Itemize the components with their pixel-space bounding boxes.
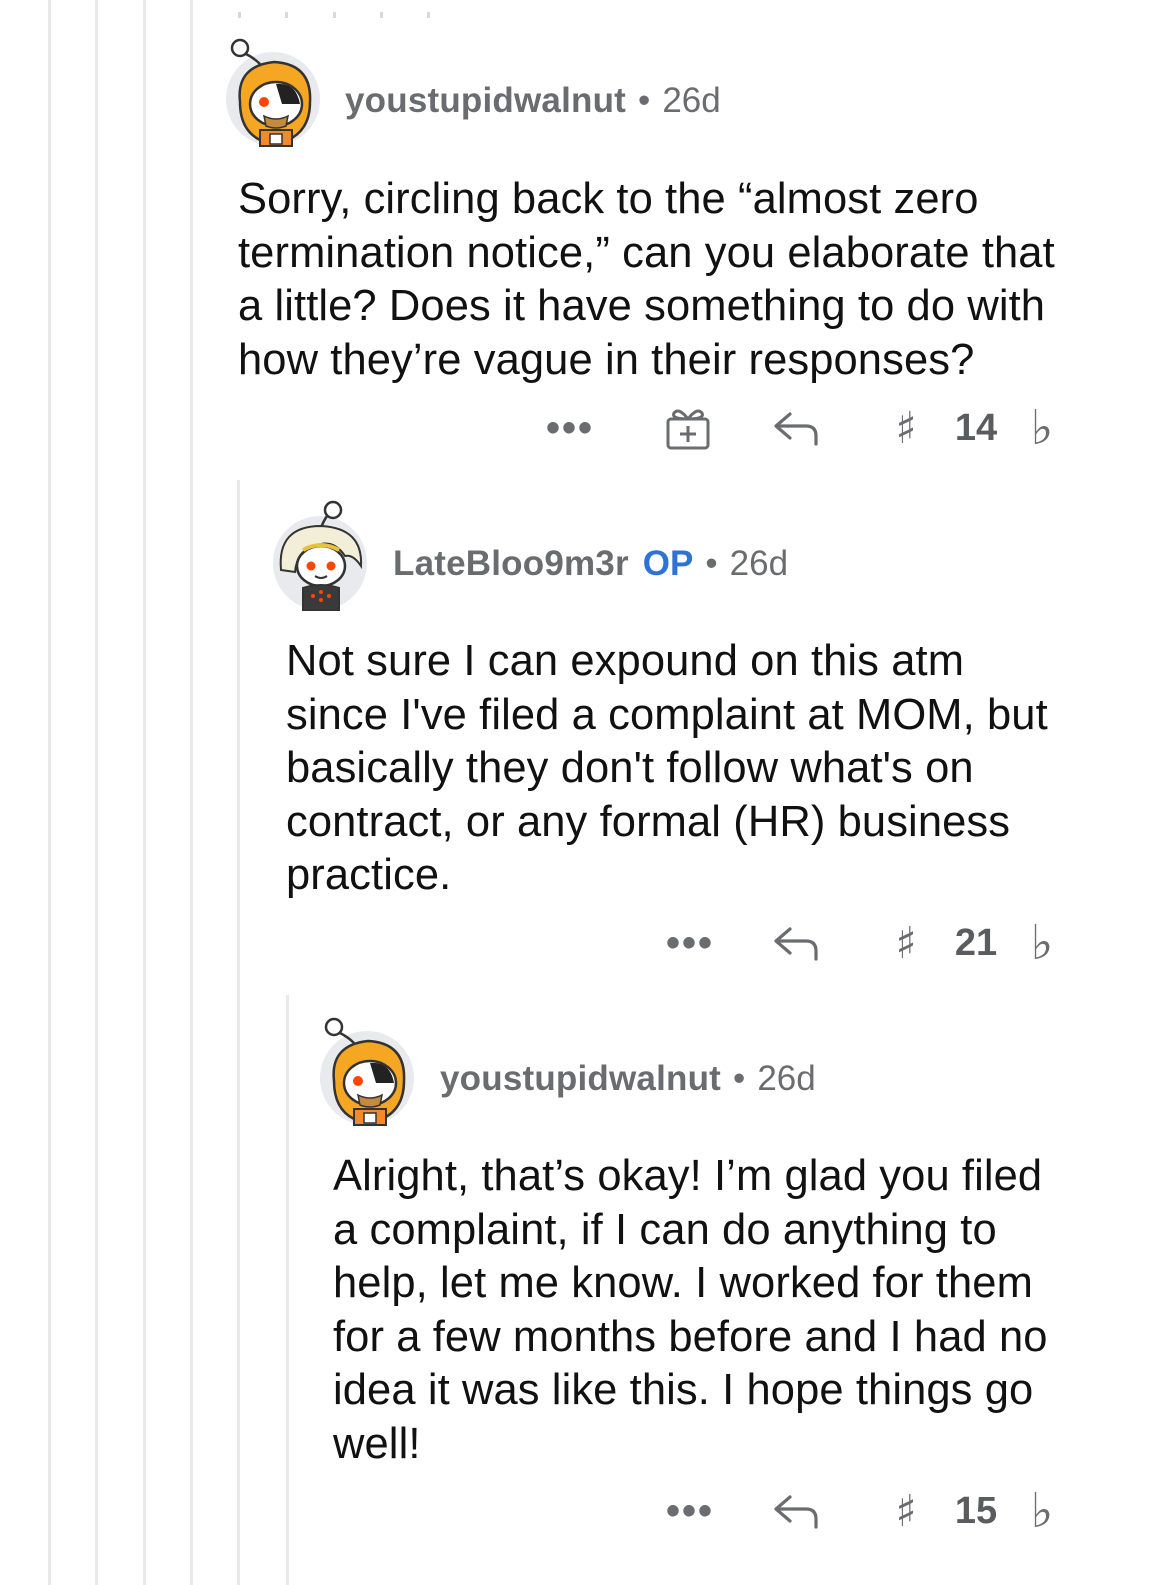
comment-line: Not sure I can expound on this atm	[286, 637, 965, 685]
comment-header: youstupidwalnut • 26d	[345, 78, 721, 124]
username[interactable]: youstupidwalnut	[345, 81, 626, 121]
thread-line-level-2	[95, 0, 98, 1585]
snoo-orange-hood-eyepatch-avatar-icon	[324, 1017, 406, 1126]
thread-line-level-1	[48, 0, 51, 1585]
comment-line: for a few months before and I had no	[333, 1312, 1048, 1361]
vote-count-value: 15	[954, 1489, 998, 1532]
comment-age: 26d	[757, 1059, 816, 1098]
meta-separator: •	[705, 544, 718, 583]
comment-body: Sorry, circling back to the “almost zero…	[238, 173, 1055, 387]
more-options-icon: •••	[545, 406, 594, 450]
comment-line: help, let me know. I worked for them	[333, 1259, 1033, 1307]
comment-line: contract, or any formal (HR) business	[286, 797, 1011, 846]
more-options-icon: •••	[665, 1489, 714, 1533]
comment-line: how they’re vague in their responses?	[238, 335, 975, 384]
reply-arrow-icon	[774, 1495, 818, 1529]
reply-arrow-icon	[774, 927, 818, 961]
comment-actions: ••• ♯ 15 ♭	[0, 1481, 1170, 1541]
vote-count: 21	[948, 913, 1004, 973]
thread-tick	[427, 12, 430, 18]
comment-line: basically they don't follow what's on	[286, 744, 974, 792]
comment-line: a little? Does it have something to do w…	[238, 282, 1046, 330]
op-badge: OP	[642, 544, 694, 583]
comment-age: 26d	[662, 81, 721, 120]
comment-line: Alright, that’s okay! I’m glad you filed	[333, 1152, 1043, 1200]
reply-button[interactable]	[768, 398, 824, 458]
upvote-button[interactable]: ♯	[882, 913, 930, 973]
comment-body: Not sure I can expound on this atm since…	[286, 635, 1048, 903]
comment-line: since I've filed a complaint at MOM, but	[286, 690, 1048, 739]
comment-line: well!	[333, 1419, 421, 1468]
reply-button[interactable]	[768, 913, 824, 973]
upvote-icon: ♯	[895, 917, 917, 969]
gift-award-icon	[666, 409, 710, 450]
comment-age: 26d	[729, 544, 789, 583]
comment-actions: ••• ♯ 21 ♭	[0, 913, 1170, 973]
avatar[interactable]	[273, 500, 367, 611]
comment-line: Sorry, circling back to the “almost zero	[238, 175, 979, 223]
more-options-button[interactable]: •••	[660, 913, 720, 973]
more-options-button[interactable]: •••	[540, 398, 600, 458]
meta-separator: •	[638, 81, 651, 120]
downvote-icon: ♭	[1030, 915, 1054, 971]
vote-count-value: 21	[954, 921, 998, 964]
thread-tick	[333, 12, 336, 18]
thread-line-level-4	[190, 0, 193, 1585]
downvote-button[interactable]: ♭	[1018, 913, 1066, 973]
vote-count: 14	[948, 398, 1004, 458]
thread-tick	[380, 12, 383, 18]
reply-arrow-icon	[774, 412, 818, 446]
comment-line: termination notice,” can you elaborate t…	[238, 228, 1055, 277]
comment-actions: ••• ♯ 14 ♭	[0, 398, 1170, 458]
comment-body: Alright, that’s okay! I’m glad you filed…	[333, 1150, 1048, 1471]
avatar[interactable]	[226, 38, 320, 147]
upvote-icon: ♯	[895, 402, 917, 454]
upvote-icon: ♯	[895, 1485, 917, 1537]
username[interactable]: youstupidwalnut	[440, 1059, 721, 1099]
comment-line: a complaint, if I can do anything to	[333, 1205, 997, 1254]
snoo-orange-hood-eyepatch-avatar-icon	[230, 38, 312, 147]
vote-count: 15	[948, 1481, 1004, 1541]
comment-header: youstupidwalnut • 26d	[440, 1056, 816, 1102]
comment-line: practice.	[286, 851, 452, 899]
meta-separator: •	[733, 1059, 746, 1098]
thread-line-reply-1	[237, 480, 240, 1585]
upvote-button[interactable]: ♯	[882, 1481, 930, 1541]
comment-header: LateBloo9m3r OP • 26d	[393, 541, 788, 587]
vote-count-value: 14	[954, 406, 998, 449]
more-options-icon: •••	[665, 921, 714, 965]
downvote-icon: ♭	[1030, 1483, 1054, 1539]
reply-button[interactable]	[768, 1481, 824, 1541]
avatar[interactable]	[320, 1017, 414, 1126]
thread-tick	[285, 12, 288, 18]
thread-line-level-3	[143, 0, 146, 1585]
upvote-button[interactable]: ♯	[882, 398, 930, 458]
snoo-blonde-hair-avatar-icon	[279, 500, 363, 611]
downvote-button[interactable]: ♭	[1018, 1481, 1066, 1541]
comment-line: idea it was like this. I hope things go	[333, 1366, 1034, 1414]
downvote-icon: ♭	[1030, 400, 1054, 456]
downvote-button[interactable]: ♭	[1018, 398, 1066, 458]
more-options-button[interactable]: •••	[660, 1481, 720, 1541]
thread-tick	[238, 12, 241, 18]
award-button[interactable]	[660, 398, 716, 458]
username[interactable]: LateBloo9m3r	[393, 544, 629, 584]
